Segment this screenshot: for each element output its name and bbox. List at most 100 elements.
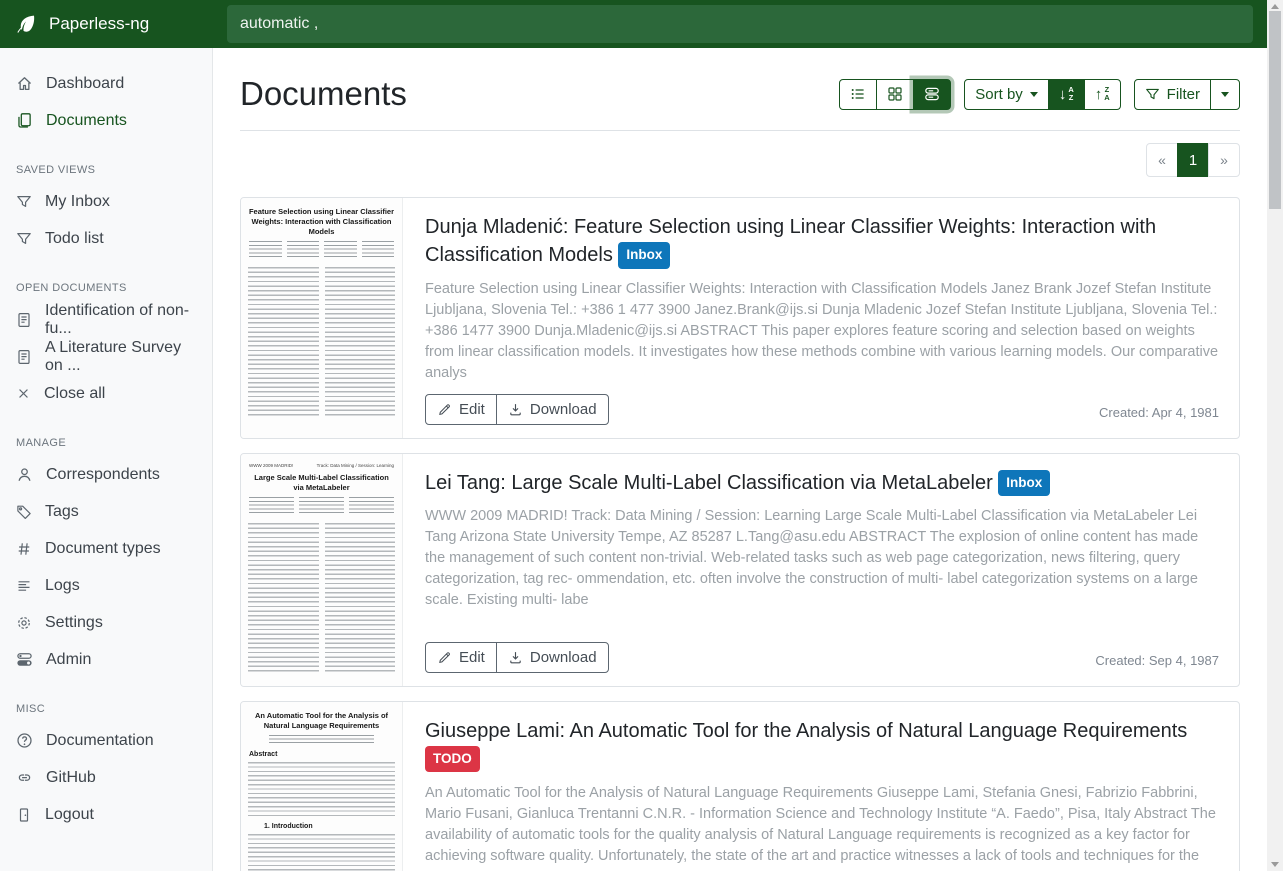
thumbnail-header: WWW 2009 MADRID!Track: Data Mining / Ses…	[249, 463, 394, 468]
funnel-icon	[1145, 87, 1160, 102]
brand[interactable]: Paperless-ng	[0, 0, 213, 48]
tag-badge[interactable]: Inbox	[998, 470, 1050, 496]
next-page-button[interactable]: »	[1208, 143, 1240, 177]
toggles-icon	[16, 651, 33, 668]
sidebar-item-label: Close all	[44, 385, 105, 403]
main-content: Documents	[213, 48, 1267, 871]
filter-dropdown-toggle[interactable]	[1210, 79, 1240, 110]
thumbnail-author-block	[249, 497, 394, 515]
document-title[interactable]: Giuseppe Lami: An Automatic Tool for the…	[425, 717, 1219, 774]
person-icon	[16, 466, 33, 483]
sidebar-item-document-types[interactable]: Document types	[0, 530, 212, 567]
close-icon	[16, 386, 31, 401]
sidebar-section-heading: MANAGE	[16, 437, 196, 449]
sort-by-dropdown[interactable]: Sort by	[964, 79, 1049, 110]
sort-group: Sort by ↓AZ ↑ZA	[964, 79, 1120, 110]
document-card: Feature Selection using Linear Classifie…	[240, 197, 1240, 439]
document-thumbnail[interactable]: Feature Selection using Linear Classifie…	[241, 198, 403, 438]
document-thumbnail[interactable]: WWW 2009 MADRID!Track: Data Mining / Ses…	[241, 454, 403, 686]
sidebar-item-label: Document types	[45, 540, 161, 558]
detail-list-view-button[interactable]	[913, 79, 951, 110]
sidebar-item-correspondents[interactable]: Correspondents	[0, 456, 212, 493]
window-scrollbar[interactable]	[1267, 0, 1283, 871]
thumbnail-text-lines	[248, 523, 395, 675]
scrollbar-thumb[interactable]	[1269, 11, 1281, 209]
sidebar-item-todo-list[interactable]: Todo list	[0, 220, 212, 257]
detail-list-view-icon	[924, 86, 940, 102]
file-text-icon	[16, 312, 32, 328]
prev-page-button[interactable]: «	[1146, 143, 1178, 177]
sidebar-item-close-all[interactable]: Close all	[0, 375, 212, 412]
download-icon	[508, 650, 523, 665]
funnel-icon	[16, 194, 32, 210]
sidebar-item-settings[interactable]: Settings	[0, 604, 212, 641]
sort-descending-button[interactable]: ↓AZ	[1048, 79, 1085, 110]
filter-label: Filter	[1167, 86, 1200, 103]
question-circle-icon	[16, 732, 33, 749]
file-text-icon	[16, 349, 32, 365]
document-description: Feature Selection using Linear Classifie…	[425, 279, 1219, 384]
sidebar-item-my-inbox[interactable]: My Inbox	[0, 183, 212, 220]
edit-button[interactable]: Edit	[425, 394, 497, 425]
document-thumbnail[interactable]: An Automatic Tool for the Analysis of Na…	[241, 702, 403, 871]
download-button[interactable]: Download	[496, 642, 609, 673]
filter-button[interactable]: Filter	[1134, 79, 1211, 110]
sidebar-item-a-literature-survey-on[interactable]: A Literature Survey on ...	[0, 338, 212, 375]
sidebar-item-label: Documents	[46, 112, 127, 130]
house-icon	[16, 75, 33, 92]
tag-badge[interactable]: TODO	[425, 746, 480, 772]
thumbnail-paper-title: Feature Selection using Linear Classifie…	[248, 207, 395, 236]
sidebar-item-identification-of-non-fu[interactable]: Identification of non-fu...	[0, 301, 212, 338]
card-action-group: Edit Download	[425, 642, 609, 673]
sidebar-item-documents[interactable]: Documents	[0, 102, 212, 139]
thumbnail-text-lines	[248, 762, 395, 818]
header-divider	[240, 130, 1240, 131]
list-view-button[interactable]	[839, 79, 877, 110]
search-input[interactable]: automatic ,	[227, 5, 1253, 43]
search-region: automatic ,	[213, 0, 1267, 48]
current-page-button[interactable]: 1	[1177, 143, 1209, 177]
sidebar-item-logs[interactable]: Logs	[0, 567, 212, 604]
document-title[interactable]: Dunja Mladenić: Feature Selection using …	[425, 213, 1219, 270]
pagination: « 1 »	[1146, 143, 1240, 177]
sidebar-item-label: A Literature Survey on ...	[45, 339, 196, 375]
hash-icon	[16, 541, 32, 557]
sort-alpha-down-icon: ↓AZ	[1059, 86, 1074, 102]
paperless-app: Paperless-ng automatic , DashboardDocume…	[0, 0, 1267, 871]
sidebar: DashboardDocuments SAVED VIEWSMy InboxTo…	[0, 48, 213, 871]
leaf-logo-icon	[15, 13, 37, 35]
thumbnail-text-lines	[248, 267, 395, 419]
sidebar-item-tags[interactable]: Tags	[0, 493, 212, 530]
document-card: An Automatic Tool for the Analysis of Na…	[240, 701, 1240, 871]
sidebar-item-logout[interactable]: Logout	[0, 796, 212, 833]
sort-ascending-button[interactable]: ↑ZA	[1084, 79, 1121, 110]
sidebar-item-label: Correspondents	[46, 466, 160, 484]
thumbnail-intro-label: 1. Introduction	[264, 823, 395, 830]
sidebar-item-label: Todo list	[45, 230, 104, 248]
grid-view-button[interactable]	[876, 79, 914, 110]
sort-by-label: Sort by	[975, 86, 1023, 103]
scroll-down-arrow-icon[interactable]	[1271, 862, 1279, 867]
edit-button[interactable]: Edit	[425, 642, 497, 673]
download-button[interactable]: Download	[496, 394, 609, 425]
document-title[interactable]: Lei Tang: Large Scale Multi-Label Classi…	[425, 469, 1219, 497]
tag-badge[interactable]: Inbox	[618, 242, 670, 268]
sidebar-item-label: My Inbox	[45, 193, 110, 211]
sidebar-item-label: GitHub	[46, 769, 96, 787]
scroll-up-arrow-icon[interactable]	[1271, 4, 1279, 9]
pencil-icon	[437, 402, 452, 417]
sidebar-item-dashboard[interactable]: Dashboard	[0, 65, 212, 102]
document-description: An Automatic Tool for the Analysis of Na…	[425, 783, 1219, 871]
logs-icon	[16, 578, 32, 594]
sort-alpha-up-icon: ↑ZA	[1095, 86, 1110, 102]
document-card: WWW 2009 MADRID!Track: Data Mining / Ses…	[240, 453, 1240, 687]
download-icon	[508, 402, 523, 417]
view-toggle-group	[839, 79, 951, 110]
sidebar-item-documentation[interactable]: Documentation	[0, 722, 212, 759]
sidebar-item-label: Settings	[45, 614, 103, 632]
sidebar-item-github[interactable]: GitHub	[0, 759, 212, 796]
thumbnail-paper-title: Large Scale Multi-Label Classification v…	[248, 473, 395, 493]
sidebar-item-admin[interactable]: Admin	[0, 641, 212, 678]
funnel-icon	[16, 231, 32, 247]
thumbnail-author-block	[249, 241, 394, 259]
